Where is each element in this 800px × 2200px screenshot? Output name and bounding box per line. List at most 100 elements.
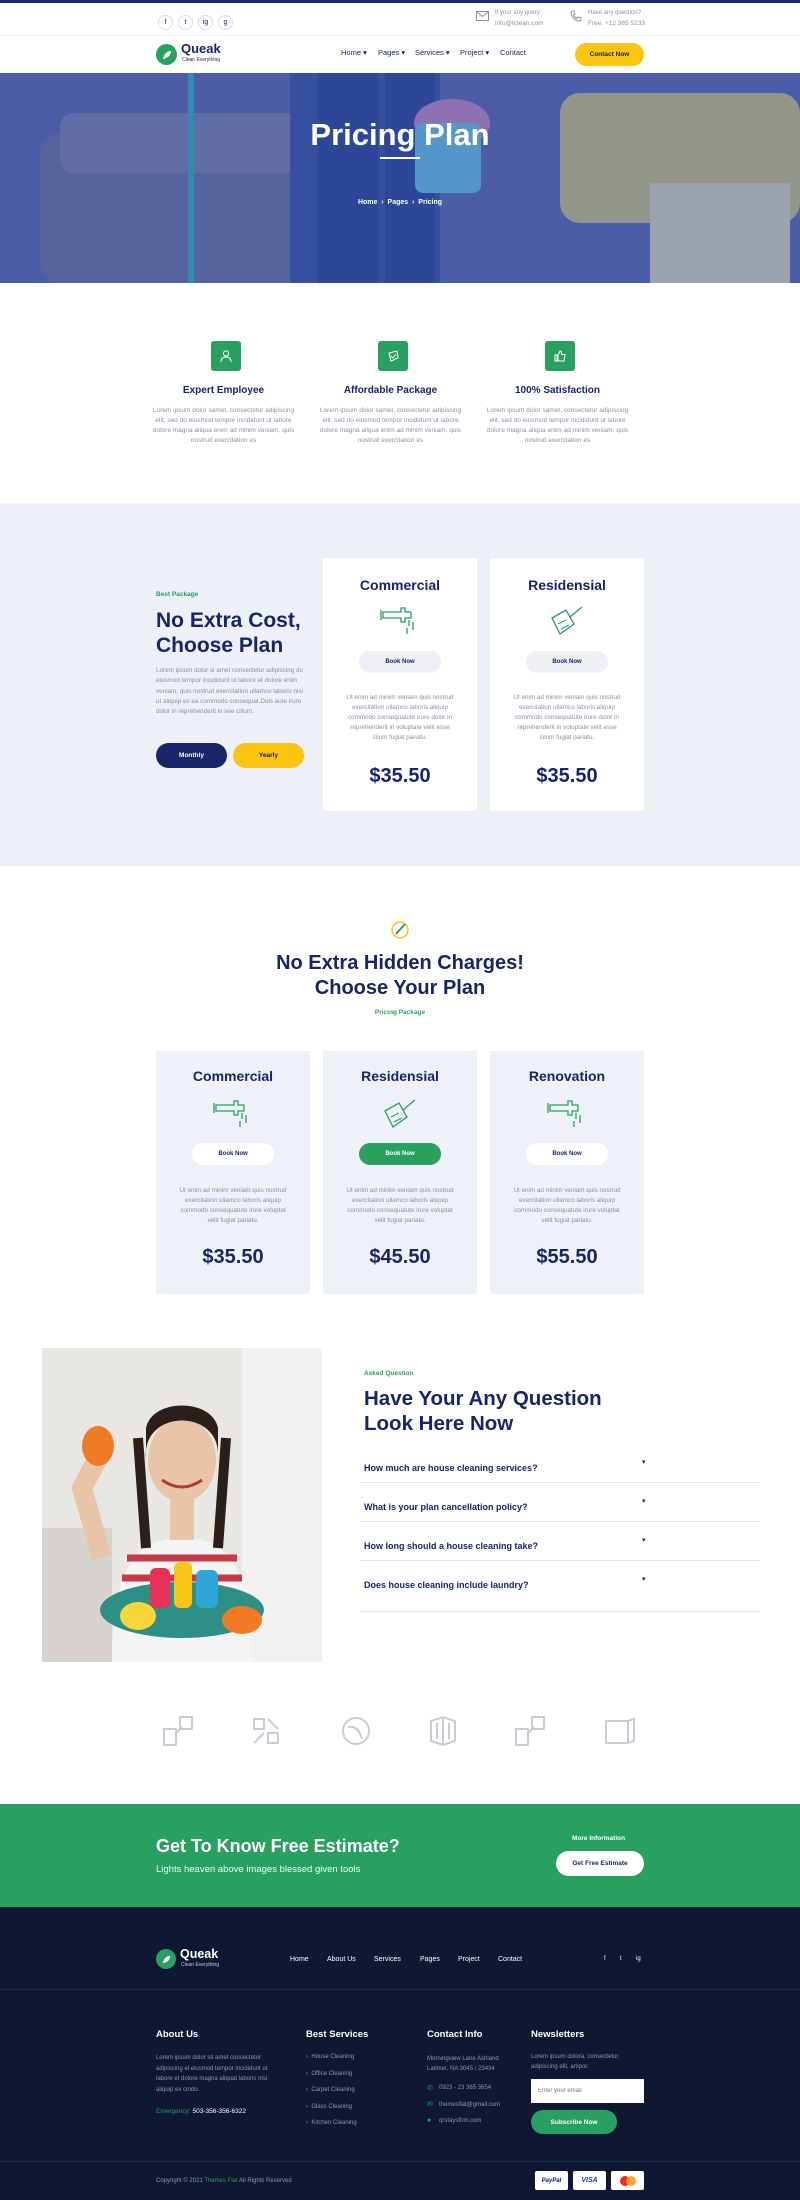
query-email[interactable]: info@tclean.com bbox=[495, 19, 544, 28]
copyright: Copyright © 2021 Themes Flat All Rights … bbox=[156, 2178, 292, 2184]
address-text: Morningview Lane Ashland Latimer, NA 304… bbox=[427, 2056, 499, 2072]
partner-logo-icon[interactable] bbox=[340, 1715, 372, 1747]
chevron-down-icon[interactable]: ▾ bbox=[642, 1536, 646, 1544]
nav-contact[interactable]: Contact bbox=[500, 48, 526, 57]
footer-heading: Newsletters bbox=[531, 2029, 585, 2040]
section-title: No Extra Hidden Charges! Choose Your Plan bbox=[276, 952, 524, 999]
book-now-button[interactable]: Book Now bbox=[526, 1143, 608, 1165]
brand-name[interactable]: Queak bbox=[181, 41, 221, 56]
monthly-toggle[interactable]: Monthly bbox=[156, 743, 227, 768]
footer-nav-item[interactable]: Contact bbox=[498, 1956, 522, 1963]
service-link[interactable]: › Carpet Cleaning bbox=[306, 2087, 355, 2093]
faucet-icon bbox=[380, 607, 414, 634]
footer-website[interactable]: qrstaysfirm.com bbox=[439, 2118, 481, 2124]
nav-project[interactable]: Project ▾ bbox=[460, 48, 489, 57]
chevron-down-icon[interactable]: ▾ bbox=[642, 1575, 646, 1583]
dustpan-icon bbox=[384, 1099, 416, 1128]
book-now-button[interactable]: Book Now bbox=[526, 651, 608, 673]
emergency-line[interactable]: Emergency: 503-356-356-6322 bbox=[156, 2108, 246, 2115]
footer-about-text: Lorem ipsum dolor sit amet consectetur a… bbox=[156, 2055, 268, 2093]
partner-logo-icon[interactable] bbox=[250, 1715, 282, 1747]
contact-now-button[interactable]: Contact Now bbox=[575, 43, 644, 66]
estimate-title: Get To Know Free Estimate? bbox=[156, 1836, 400, 1856]
footer-nav-item[interactable]: Pages bbox=[420, 1956, 440, 1963]
card-desc: Ut enim ad minim veniam quis nostrud exe… bbox=[346, 1187, 454, 1224]
service-link[interactable]: › Kitchen Cleaning bbox=[306, 2120, 357, 2126]
paypal-icon: PayPal bbox=[535, 2171, 568, 2190]
chevron-down-icon[interactable]: ▾ bbox=[642, 1497, 646, 1505]
facebook-icon[interactable]: f bbox=[604, 1956, 606, 1962]
top-bar: f t ig g If your any query info@tclean.c… bbox=[0, 0, 800, 36]
twitter-icon[interactable]: t bbox=[178, 15, 193, 30]
footer: Queak Clean Everything Home About Us Ser… bbox=[0, 1907, 800, 2200]
package-icon bbox=[378, 341, 408, 371]
partner-logo-icon[interactable] bbox=[602, 1715, 638, 1747]
get-free-estimate-button[interactable]: Get Free Estimate bbox=[556, 1851, 644, 1876]
instagram-icon[interactable]: ig bbox=[198, 15, 213, 30]
card-price: $35.50 bbox=[202, 1246, 264, 1268]
section-label: Best Package bbox=[156, 591, 199, 598]
book-now-button[interactable]: Book Now bbox=[192, 1143, 274, 1165]
faq-question[interactable]: What is your plan cancellation policy? bbox=[364, 1502, 528, 1512]
facebook-icon[interactable]: f bbox=[158, 15, 173, 30]
service-link[interactable]: › Office Cleaning bbox=[306, 2071, 352, 2077]
footer-divider bbox=[0, 1989, 800, 1990]
nav-home[interactable]: Home ▾ bbox=[341, 48, 367, 57]
yearly-toggle[interactable]: Yearly bbox=[233, 743, 304, 768]
question-phone[interactable]: Free. +12 365 5233 bbox=[588, 19, 645, 28]
faq-question[interactable]: How long should a house cleaning take? bbox=[364, 1541, 538, 1551]
hero-title: Pricing Plan bbox=[310, 117, 490, 152]
footer-email[interactable]: themesflat@gmail.com bbox=[439, 2102, 500, 2108]
hero-background-image bbox=[0, 73, 800, 283]
google-icon[interactable]: g bbox=[218, 15, 233, 30]
question-label: Have any question? bbox=[588, 10, 642, 16]
card-title: Commercial bbox=[192, 1068, 274, 1084]
newsletter-email-input[interactable] bbox=[531, 2079, 644, 2103]
section-title: No Extra Cost, Choose Plan bbox=[156, 609, 301, 657]
nav-services[interactable]: Services ▾ bbox=[415, 48, 450, 57]
brand-name[interactable]: Queak bbox=[180, 1947, 218, 1961]
footer-heading: Contact Info bbox=[427, 2029, 483, 2040]
twitter-icon[interactable]: t bbox=[620, 1956, 622, 1962]
footer-nav-item[interactable]: Project bbox=[458, 1956, 480, 1963]
brand-tagline: Clean Everything bbox=[181, 1962, 220, 1968]
brand-tagline: Clean Everything bbox=[182, 57, 221, 63]
chevron-down-icon[interactable]: ▾ bbox=[642, 1458, 646, 1466]
faq-question[interactable]: Does house cleaning include laundry? bbox=[364, 1580, 529, 1590]
card-title: Residensial bbox=[361, 1068, 439, 1084]
mastercard-icon bbox=[611, 2171, 644, 2190]
feature-title: Affordable Package bbox=[343, 385, 438, 396]
breadcrumb-home[interactable]: Home bbox=[358, 199, 377, 206]
instagram-icon[interactable]: ig bbox=[636, 1956, 641, 1962]
logo-icon[interactable] bbox=[156, 44, 177, 65]
footer-heading: Best Services bbox=[306, 2029, 369, 2040]
partner-logo-icon[interactable] bbox=[514, 1715, 546, 1747]
book-now-button[interactable]: Book Now bbox=[359, 651, 441, 673]
faq-divider bbox=[360, 1560, 760, 1561]
faucet-icon bbox=[547, 1100, 581, 1127]
pricing-card: Commercial Book Now Ut enim ad minim ven… bbox=[156, 1051, 310, 1294]
globe-icon: ● bbox=[427, 2117, 432, 2124]
newsletter-text: Lorem ipsum dolora, consectetur adipisci… bbox=[531, 2054, 619, 2070]
service-link[interactable]: › Glass Cleaning bbox=[306, 2104, 352, 2110]
service-link[interactable]: › House Cleaning bbox=[306, 2054, 354, 2060]
footer-nav-item[interactable]: About Us bbox=[327, 1956, 356, 1963]
faq-question[interactable]: How much are house cleaning services? bbox=[364, 1463, 538, 1473]
breadcrumb-current: Pricing bbox=[418, 199, 443, 206]
partner-logo-icon[interactable] bbox=[162, 1715, 194, 1747]
feature-title: 100% Satisfaction bbox=[514, 385, 601, 396]
mail-icon bbox=[476, 11, 489, 21]
cleaner-woman-photo bbox=[42, 1348, 322, 1662]
book-now-button[interactable]: Book Now bbox=[359, 1143, 441, 1165]
subscribe-button[interactable]: Subscribe Now bbox=[531, 2110, 617, 2134]
footer-nav-item[interactable]: Home bbox=[290, 1956, 309, 1963]
section-desc: Lorem ipsum dolor si amet consectetur ad… bbox=[156, 667, 303, 716]
nav-pages[interactable]: Pages ▾ bbox=[378, 48, 405, 57]
partner-logo-icon[interactable] bbox=[427, 1715, 459, 1747]
footer-phone[interactable]: 0923 - 23 365 3654 bbox=[439, 2085, 491, 2091]
breadcrumb-pages[interactable]: Pages bbox=[388, 199, 409, 206]
footer-nav-item[interactable]: Services bbox=[374, 1956, 401, 1963]
visa-icon: VISA bbox=[573, 2171, 606, 2190]
faucet-icon bbox=[213, 1100, 247, 1127]
logo-icon[interactable] bbox=[156, 1949, 176, 1969]
